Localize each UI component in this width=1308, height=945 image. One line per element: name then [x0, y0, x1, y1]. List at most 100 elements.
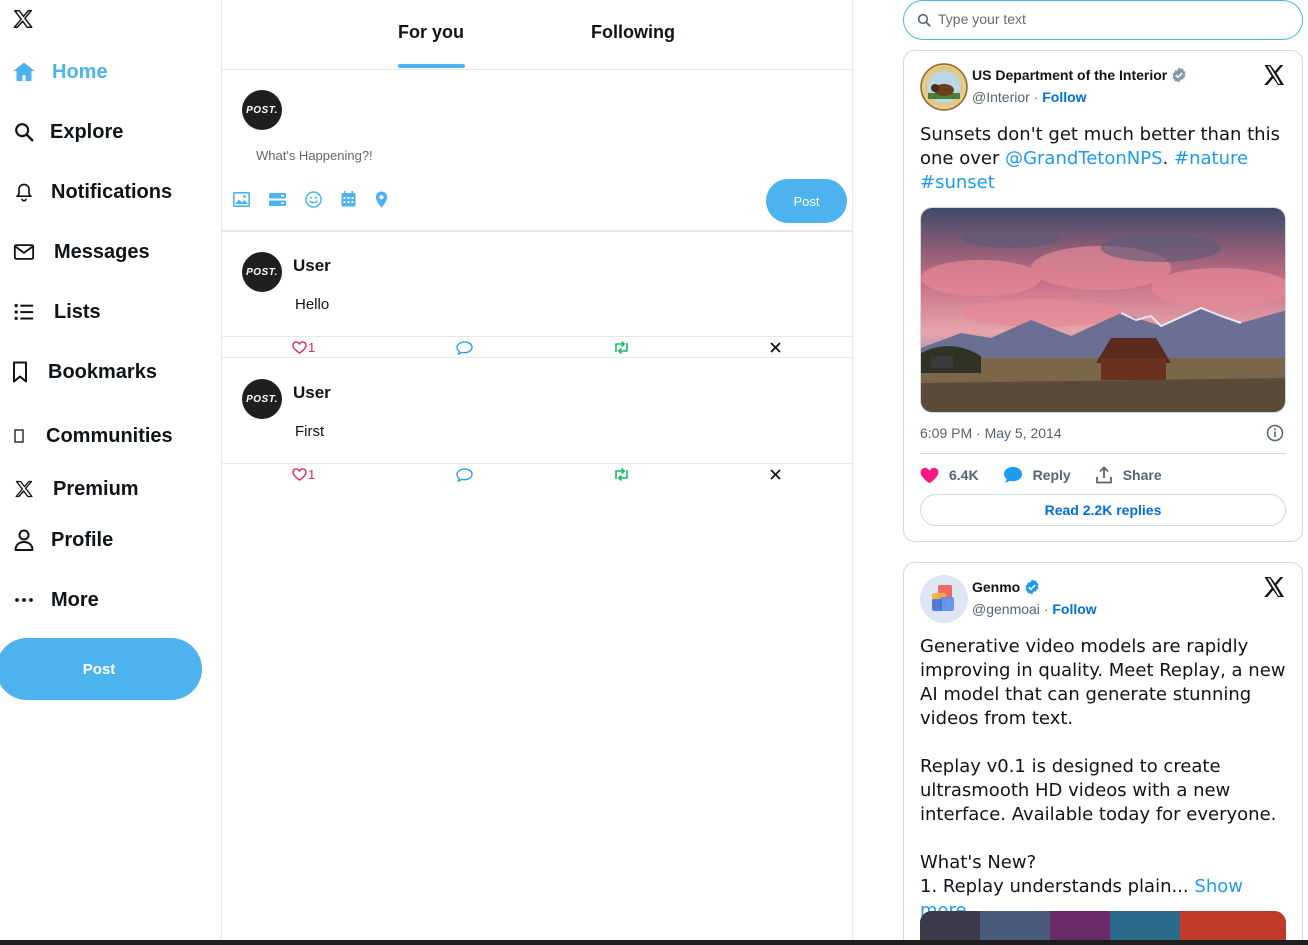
x-logo-icon[interactable]: [12, 8, 34, 30]
delete-button[interactable]: [770, 339, 781, 356]
post-composer: POST. Post: [222, 70, 852, 232]
share-button[interactable]: Share: [1095, 466, 1162, 484]
sidebar: Home Explore Notifications Messages List…: [0, 0, 222, 945]
like-button[interactable]: 1: [292, 339, 315, 356]
info-icon[interactable]: [1266, 424, 1284, 442]
heart-icon: [292, 341, 307, 354]
comment-button[interactable]: [456, 466, 473, 483]
sidebar-item-profile[interactable]: Profile: [12, 523, 113, 557]
embed-text-punct: .: [1162, 148, 1174, 169]
sidebar-item-label: Notifications: [51, 180, 173, 203]
follow-link[interactable]: Follow: [1052, 601, 1096, 617]
embed-text: Generative video models are rapidly impr…: [920, 635, 1288, 923]
post-username[interactable]: User: [293, 383, 331, 403]
comment-button[interactable]: [456, 339, 473, 356]
list-icon: [12, 300, 36, 324]
tab-for-you[interactable]: For you: [398, 22, 464, 43]
avatar[interactable]: [920, 63, 968, 111]
sidebar-item-home[interactable]: Home: [12, 55, 108, 89]
mail-icon: [12, 240, 36, 264]
heart-icon: [292, 468, 307, 481]
read-replies-button[interactable]: Read 2.2K replies: [920, 494, 1286, 526]
embed-author-name[interactable]: Genmo: [972, 579, 1040, 595]
separator: ·: [1039, 601, 1053, 617]
sidebar-item-lists[interactable]: Lists: [12, 295, 101, 329]
reply-button[interactable]: Reply: [1003, 466, 1071, 484]
avatar: POST.: [242, 379, 282, 419]
gif-icon[interactable]: [268, 190, 286, 208]
sidebar-item-label: Bookmarks: [48, 360, 157, 383]
embed-author-label: Genmo: [972, 579, 1021, 595]
embedded-tweet: Genmo @genmoai · Follow Generative video…: [903, 562, 1303, 945]
compose-post-button[interactable]: Post: [766, 179, 847, 223]
location-icon[interactable]: [372, 190, 390, 208]
search-icon: [917, 13, 931, 27]
embed-timestamp[interactable]: 6:09 PM · May 5, 2014: [920, 425, 1062, 441]
share-label: Share: [1122, 467, 1162, 483]
post-actions: 1: [222, 463, 852, 485]
home-icon: [12, 60, 36, 84]
sidebar-item-more[interactable]: More: [12, 583, 99, 617]
active-tab-indicator: [398, 64, 465, 68]
feed: For you Following POST. Post POST. User …: [222, 0, 853, 945]
like-count: 1: [308, 340, 316, 355]
x-logo-icon[interactable]: [1262, 575, 1286, 599]
embed-photo[interactable]: [920, 207, 1286, 413]
mention-link[interactable]: @GrandTetonNPS: [1005, 148, 1162, 169]
post-actions: 1: [222, 336, 852, 358]
sidebar-item-label: Messages: [54, 240, 150, 263]
reply-label: Reply: [1032, 467, 1071, 483]
sidebar-item-explore[interactable]: Explore: [12, 115, 123, 149]
sidebar-item-messages[interactable]: Messages: [12, 235, 150, 269]
hashtag-link[interactable]: #sunset: [920, 172, 995, 193]
like-button[interactable]: 6.4K: [920, 467, 979, 484]
tab-following[interactable]: Following: [591, 22, 675, 43]
embed-text: Sunsets don't get much better than this …: [920, 123, 1288, 195]
share-icon: [1095, 466, 1112, 484]
feed-tabs: For you Following: [222, 0, 852, 70]
embed-handle[interactable]: @Interior: [972, 89, 1030, 105]
retweet-button[interactable]: [612, 339, 631, 356]
retweet-button[interactable]: [612, 466, 631, 483]
divider: [920, 453, 1286, 454]
separator: ·: [1029, 89, 1043, 105]
verified-badge-icon: [1171, 67, 1187, 83]
verified-badge-icon: [1024, 579, 1040, 595]
sidebar-item-label: Home: [52, 60, 108, 83]
embed-author-name[interactable]: US Department of the Interior: [972, 67, 1187, 83]
x-logo-icon: [12, 477, 36, 501]
sidebar-item-bookmarks[interactable]: Bookmarks: [12, 355, 157, 389]
follow-link[interactable]: Follow: [1042, 89, 1086, 105]
comment-icon: [456, 467, 473, 482]
embed-handle[interactable]: @genmoai: [972, 601, 1040, 617]
more-icon: [12, 588, 36, 612]
emoji-icon[interactable]: [304, 190, 322, 208]
close-icon: [770, 342, 781, 353]
image-icon[interactable]: [232, 190, 250, 208]
search-input[interactable]: [938, 11, 1288, 27]
delete-button[interactable]: [770, 466, 781, 483]
post-button[interactable]: Post: [0, 638, 202, 700]
search-icon: [12, 120, 36, 144]
compose-input[interactable]: [256, 148, 656, 163]
bookmark-icon: [12, 360, 28, 384]
embedded-tweet: US Department of the Interior @Interior …: [903, 50, 1303, 542]
embed-actions: 6.4K Reply Share: [920, 464, 1186, 486]
hashtag-link[interactable]: #nature: [1174, 148, 1248, 169]
calendar-icon[interactable]: [339, 190, 357, 208]
avatar: POST.: [242, 252, 282, 292]
sidebar-item-premium[interactable]: Premium: [12, 472, 139, 506]
x-logo-icon[interactable]: [1262, 63, 1286, 87]
avatar[interactable]: [920, 575, 968, 623]
like-button[interactable]: 1: [292, 466, 315, 483]
embed-line: 1. Replay understands plain...: [920, 876, 1189, 897]
sidebar-item-label: Profile: [51, 528, 114, 551]
embed-author-label: US Department of the Interior: [972, 67, 1168, 83]
sidebar-item-communities[interactable]: Communities: [12, 419, 173, 453]
comment-icon: [456, 340, 473, 355]
post-item: POST. User First: [222, 359, 852, 464]
post-text: Hello: [295, 296, 330, 313]
person-icon: [12, 528, 36, 552]
post-username[interactable]: User: [293, 256, 331, 276]
sidebar-item-notifications[interactable]: Notifications: [12, 175, 172, 209]
